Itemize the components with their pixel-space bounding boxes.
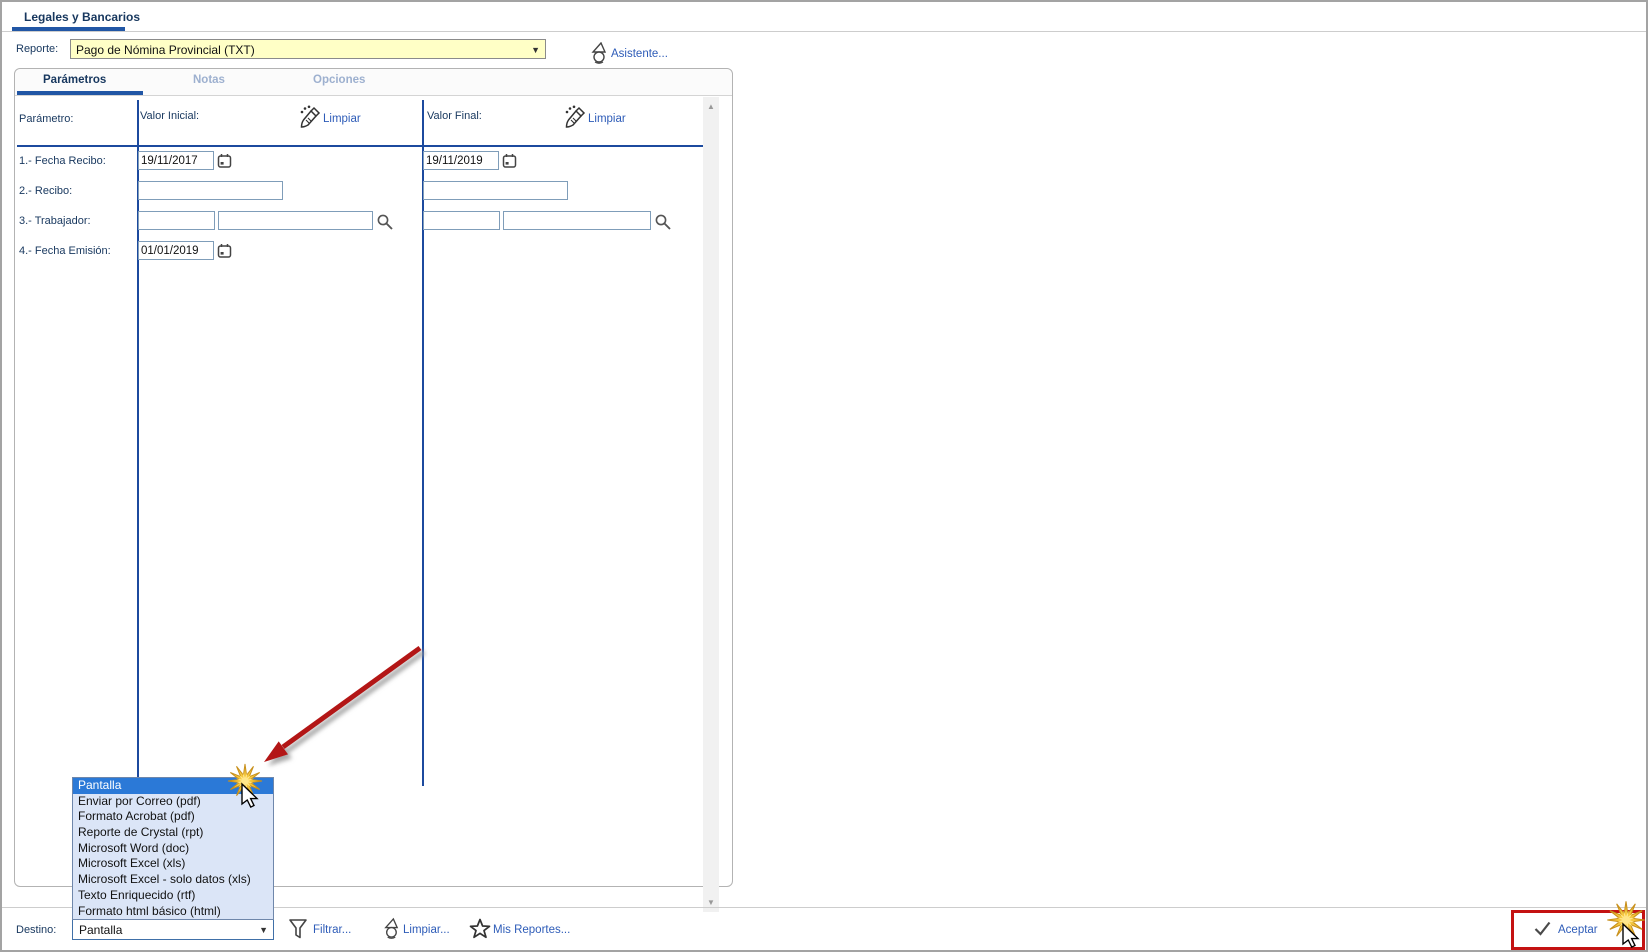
destination-label: Destino: <box>16 924 57 936</box>
dropdown-option-word-doc[interactable]: Microsoft Word (doc) <box>73 841 273 857</box>
broom-icon <box>565 105 586 128</box>
check-icon <box>1534 921 1551 936</box>
broom-icon <box>300 105 321 128</box>
scroll-up-icon[interactable]: ▲ <box>703 102 719 111</box>
param-row-label: 2.- Recibo: <box>19 185 73 197</box>
active-tab-underline <box>17 91 143 95</box>
dropdown-option-html[interactable]: Formato html básico (html) <box>73 904 273 920</box>
header-divider <box>2 31 1646 32</box>
dropdown-option-acrobat-pdf[interactable]: Formato Acrobat (pdf) <box>73 809 273 825</box>
tab-bar: Parámetros Notas Opciones <box>15 69 732 96</box>
col-header-valor-inicial: Valor Inicial: <box>140 110 200 122</box>
magnifier-icon[interactable] <box>654 213 672 231</box>
chevron-down-icon: ▼ <box>531 45 540 55</box>
fecha-recibo-final-input[interactable] <box>423 151 499 170</box>
table-header-line <box>17 145 703 147</box>
param-row-label: 4.- Fecha Emisión: <box>19 245 111 257</box>
column-separator-1 <box>137 100 139 786</box>
trabajador-inicial-code-input[interactable] <box>138 211 215 230</box>
funnel-icon <box>289 919 307 939</box>
dropdown-option-rtf[interactable]: Texto Enriquecido (rtf) <box>73 888 273 904</box>
calendar-icon[interactable] <box>217 153 232 169</box>
scroll-down-icon[interactable]: ▼ <box>703 898 719 907</box>
limpiar-inicial-link[interactable]: Limpiar <box>323 113 361 125</box>
my-reports-link[interactable]: Mis Reportes... <box>493 924 570 936</box>
dropdown-option-excel-solo-datos[interactable]: Microsoft Excel - solo datos (xls) <box>73 872 273 888</box>
recibo-inicial-input[interactable] <box>138 181 283 200</box>
wizard-icon <box>384 917 399 939</box>
recibo-final-input[interactable] <box>423 181 568 200</box>
assistant-link[interactable]: Asistente... <box>611 48 668 60</box>
dropdown-option-correo-pdf[interactable]: Enviar por Correo (pdf) <box>73 794 273 810</box>
clear-link[interactable]: Limpiar... <box>403 924 450 936</box>
accept-button[interactable]: Aceptar <box>1558 924 1598 936</box>
trabajador-final-code-input[interactable] <box>423 211 500 230</box>
tab-notas[interactable]: Notas <box>193 74 225 86</box>
report-window: Legales y Bancarios Reporte: Pago de Nóm… <box>0 0 1648 952</box>
col-header-parametro: Parámetro: <box>19 113 74 125</box>
dropdown-option-crystal-rpt[interactable]: Reporte de Crystal (rpt) <box>73 825 273 841</box>
dropdown-option-pantalla[interactable]: Pantalla <box>73 778 273 794</box>
star-icon <box>469 918 491 939</box>
dropdown-option-excel-xls[interactable]: Microsoft Excel (xls) <box>73 856 273 872</box>
trabajador-final-name-input[interactable] <box>503 211 651 230</box>
destination-dropdown-list: Pantalla Enviar por Correo (pdf) Formato… <box>72 777 274 921</box>
page-title: Legales y Bancarios <box>24 10 141 24</box>
tab-opciones[interactable]: Opciones <box>313 74 365 86</box>
vertical-scrollbar[interactable]: ▲ ▼ <box>703 97 719 912</box>
report-select[interactable]: Pago de Nómina Provincial (TXT) ▼ <box>70 39 546 59</box>
page-title-underline <box>12 27 125 31</box>
calendar-icon[interactable] <box>217 243 232 259</box>
param-row-label: 1.- Fecha Recibo: <box>19 155 106 167</box>
fecha-emision-input[interactable] <box>138 241 214 260</box>
report-label: Reporte: <box>16 43 59 55</box>
magnifier-icon[interactable] <box>376 213 394 231</box>
parameters-panel: Parámetros Notas Opciones Parámetro: Val… <box>14 68 733 912</box>
report-select-value: Pago de Nómina Provincial (TXT) <box>76 43 255 57</box>
wizard-icon <box>591 42 607 64</box>
fecha-recibo-inicial-input[interactable] <box>138 151 214 170</box>
destination-select-value: Pantalla <box>79 923 123 937</box>
tab-parametros[interactable]: Parámetros <box>43 74 106 86</box>
calendar-icon[interactable] <box>502 153 517 169</box>
column-separator-2 <box>422 100 424 786</box>
col-header-valor-final: Valor Final: <box>427 110 482 122</box>
param-row-label: 3.- Trabajador: <box>19 215 91 227</box>
destination-select[interactable]: Pantalla ▼ <box>72 919 274 940</box>
chevron-down-icon: ▼ <box>259 925 268 935</box>
limpiar-final-link[interactable]: Limpiar <box>588 113 626 125</box>
trabajador-inicial-name-input[interactable] <box>218 211 373 230</box>
filter-link[interactable]: Filtrar... <box>313 924 351 936</box>
